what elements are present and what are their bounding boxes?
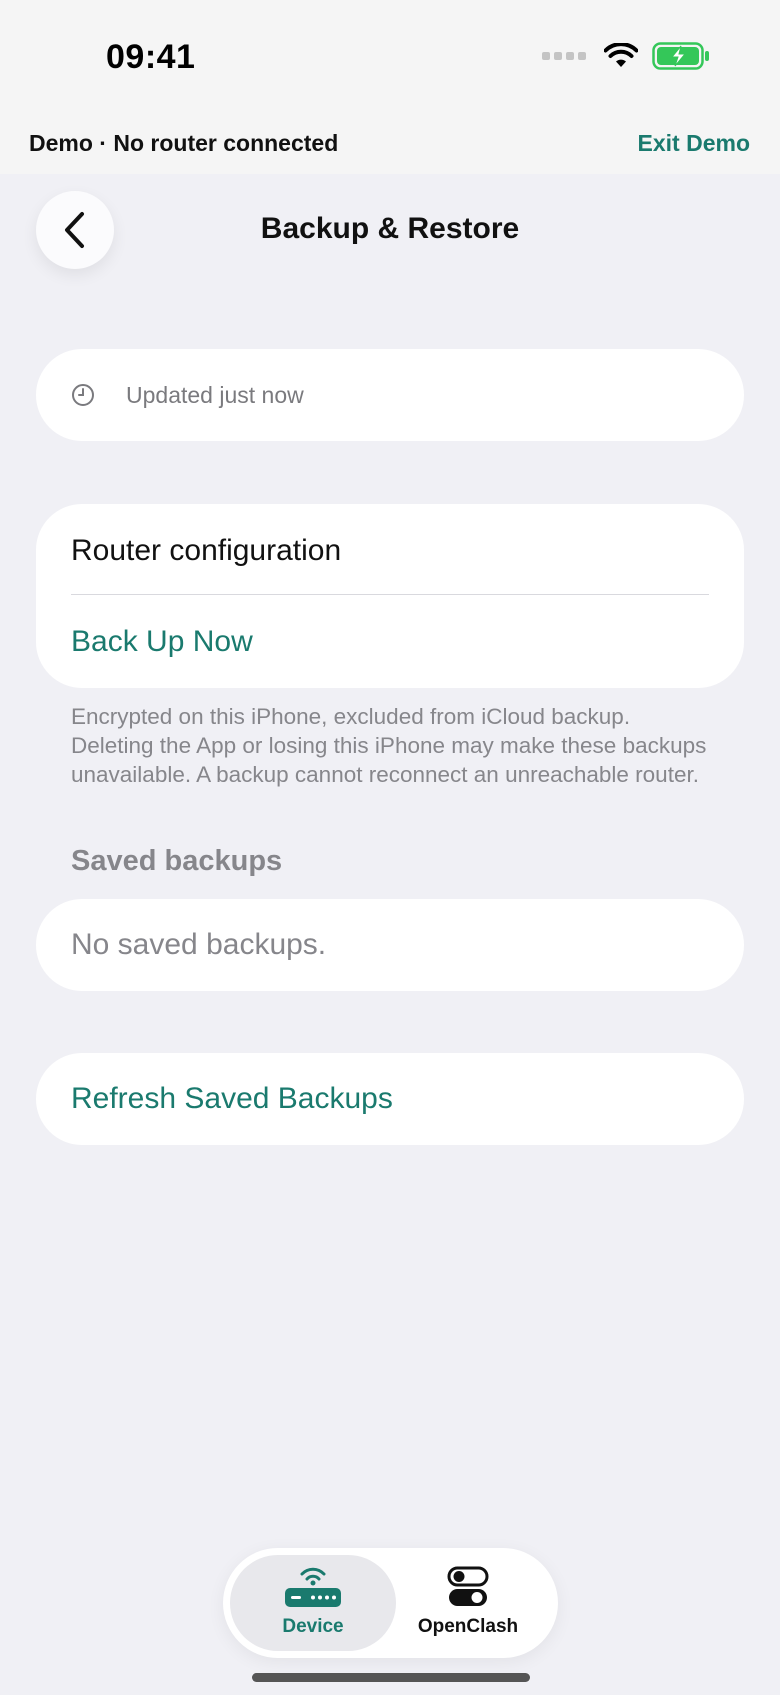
saved-backups-header: Saved backups	[71, 845, 283, 877]
saved-backups-card: No saved backups.	[36, 899, 744, 991]
refresh-saved-backups-button[interactable]: Refresh Saved Backups	[36, 1053, 744, 1145]
demo-banner: Demo · No router connected Exit Demo	[0, 112, 780, 174]
last-updated-text: Updated just now	[126, 381, 304, 408]
status-bar: 09:41	[0, 0, 780, 112]
status-icons	[542, 42, 710, 70]
tab-openclash[interactable]: OpenClash	[385, 1555, 551, 1651]
backup-footnote: Encrypted on this iPhone, excluded from …	[71, 704, 707, 787]
status-time: 09:41	[106, 38, 196, 76]
last-updated-card: Updated just now	[36, 349, 744, 441]
battery-charging-icon	[652, 42, 709, 70]
demo-status-text: Demo · No router connected	[29, 129, 339, 156]
toggles-icon	[447, 1566, 489, 1606]
home-indicator	[252, 1673, 530, 1682]
clock-icon	[72, 384, 94, 406]
saved-backups-empty-text: No saved backups.	[71, 928, 327, 961]
wifi-icon	[604, 43, 638, 67]
page-title: Backup & Restore	[260, 212, 520, 245]
tab-openclash-label: OpenClash	[417, 1616, 519, 1637]
refresh-saved-backups-label: Refresh Saved Backups	[71, 1082, 393, 1115]
router-configuration-title: Router configuration	[71, 534, 342, 567]
exit-demo-button[interactable]: Exit Demo	[638, 130, 750, 157]
cellular-signal-icon	[542, 52, 586, 60]
back-up-now-button[interactable]: Back Up Now	[71, 625, 253, 659]
tab-device-label: Device	[282, 1616, 344, 1637]
tab-device[interactable]: Device	[230, 1555, 396, 1651]
divider	[71, 594, 709, 595]
router-configuration-card: Router configuration Back Up Now	[36, 504, 744, 688]
router-icon	[285, 1567, 341, 1607]
tab-bar: Device OpenClash	[223, 1548, 558, 1658]
